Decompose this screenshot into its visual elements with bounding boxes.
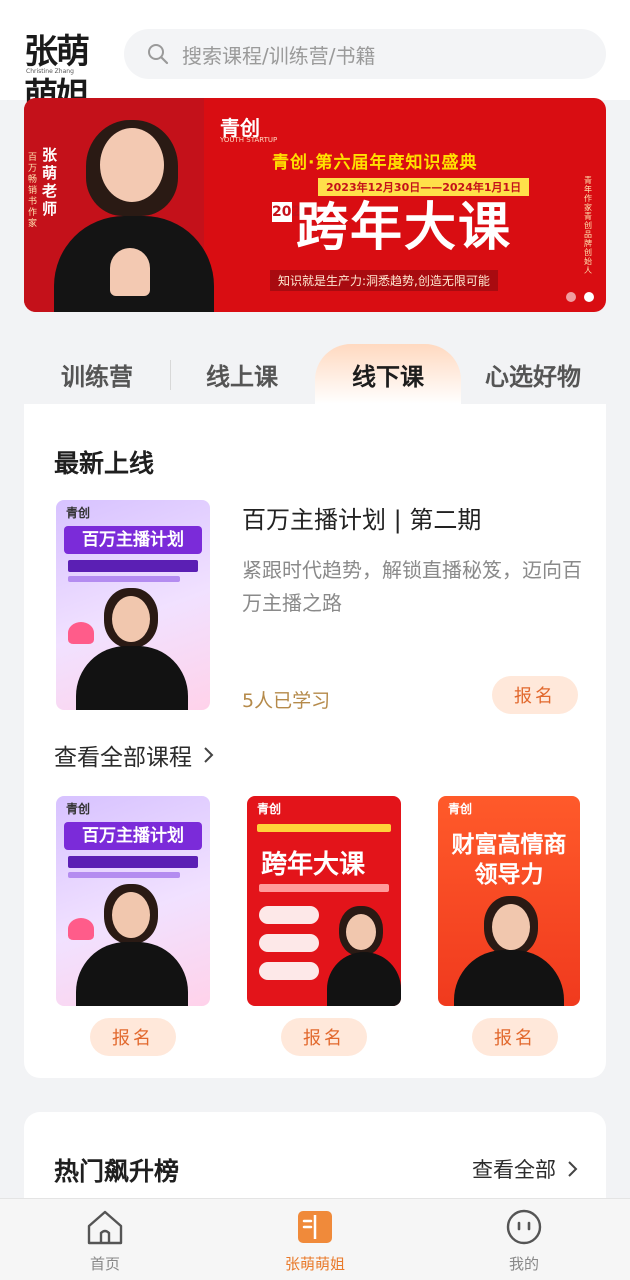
cover-photo	[112, 596, 150, 642]
cover-brand: 青创	[66, 506, 91, 520]
cover-title: 百万主播计划	[64, 822, 202, 850]
view-all-courses-label: 查看全部课程	[54, 745, 192, 771]
cover-photo	[492, 904, 530, 950]
course-card[interactable]: 青创 跨年大课 报名	[247, 796, 401, 1066]
heart-icon	[68, 622, 94, 644]
featured-course-cover[interactable]: 青创 百万主播计划	[56, 500, 210, 710]
cover-feature-list	[259, 906, 319, 990]
banner-side-text: 青年作家 青创品牌创始人	[584, 176, 592, 275]
banner-teacher-name: 张萌老师	[42, 146, 58, 218]
banner-edition: 青创·第六届年度知识盛典	[272, 153, 478, 173]
cover-title: 百万主播计划	[64, 526, 202, 554]
course-signup-button[interactable]: 报名	[281, 1018, 367, 1056]
course-card[interactable]: 青创 财富高情商领导力 报名	[438, 796, 580, 1066]
cover-title: 跨年大课	[261, 850, 366, 880]
featured-learner-count: 5人已学习	[242, 690, 331, 712]
tab-offline-course[interactable]: 线下课	[315, 344, 461, 404]
banner-pagination[interactable]	[566, 292, 594, 302]
cover-subline	[257, 824, 391, 832]
featured-course-description: 紧跟时代趋势，解锁直播秘笈，迈向百万主播之路	[242, 558, 582, 615]
search-placeholder: 搜索课程/训练营/书籍	[182, 43, 376, 68]
top-bar: 张萌萌姐 Christine Zhang 搜索课程/训练营/书籍	[0, 0, 630, 116]
profile-icon	[506, 1209, 542, 1245]
cover-brand: 青创	[66, 802, 91, 816]
nav-label: 我的	[508, 1255, 539, 1273]
hot-view-all-label: 查看全部	[472, 1158, 556, 1182]
category-tabs: 训练营 线上课 线下课 心选好物	[24, 344, 606, 404]
banner-brand-sub: YOUTH STARTUP	[220, 136, 278, 144]
teacher-photo	[100, 128, 164, 202]
banner-title: 跨年大课	[296, 198, 513, 258]
hot-view-all-link[interactable]: 查看全部	[472, 1154, 580, 1184]
teacher-photo-hands	[110, 248, 150, 296]
tab-training-camp[interactable]: 训练营	[24, 344, 170, 404]
nav-zhangmeng[interactable]: 张萌萌姐	[255, 1207, 375, 1277]
cover-subline	[68, 856, 198, 868]
cover-title: 财富高情商领导力	[451, 832, 567, 888]
course-signup-button[interactable]: 报名	[472, 1018, 558, 1056]
offline-course-panel: 最新上线 青创 百万主播计划 百万主播计划 | 第二期 紧跟时代趋势，解锁直播秘…	[24, 404, 606, 1078]
logo-subtitle: Christine Zhang	[26, 68, 74, 75]
bottom-navigation: 首页 张萌萌姐 我的	[0, 1198, 630, 1280]
nav-label: 张萌萌姐	[284, 1255, 345, 1273]
cover-subline	[68, 560, 198, 572]
book-icon	[298, 1211, 332, 1243]
chevron-right-icon	[204, 747, 214, 763]
cover-photo-body	[454, 950, 564, 1006]
banner-dot-active[interactable]	[584, 292, 594, 302]
cover-photo-body	[327, 952, 401, 1006]
banner-slogan: 知识就是生产力:洞悉趋势,创造无限可能	[270, 270, 498, 291]
nav-profile[interactable]: 我的	[464, 1207, 584, 1277]
featured-course-name[interactable]: 百万主播计划 | 第二期	[242, 500, 481, 535]
banner-teacher-panel: 张萌老师 百万畅销书作家	[24, 98, 214, 312]
featured-signup-button[interactable]: 报名	[492, 676, 578, 714]
promo-banner[interactable]: 张萌老师 百万畅销书作家 青创 YOUTH STARTUP 青创·第六届年度知识…	[24, 98, 606, 312]
section-title-latest: 最新上线	[54, 449, 155, 478]
section-title-hot: 热门飙升榜	[54, 1157, 180, 1186]
course-cover[interactable]: 青创 财富高情商领导力	[438, 796, 580, 1006]
cover-subline	[68, 576, 180, 582]
chevron-right-icon	[568, 1161, 578, 1177]
banner-teacher-subtitle: 百万畅销书作家	[28, 153, 38, 229]
cover-photo-body	[76, 942, 188, 1006]
search-bar[interactable]: 搜索课程/训练营/书籍	[124, 29, 606, 79]
cover-subline	[68, 872, 180, 878]
course-cover[interactable]: 青创 跨年大课	[247, 796, 401, 1006]
tab-online-course[interactable]: 线上课	[169, 344, 315, 404]
cover-photo-body	[76, 646, 188, 710]
cover-brand: 青创	[448, 802, 473, 816]
cover-subline	[259, 884, 389, 892]
cover-photo	[346, 914, 376, 950]
heart-icon	[68, 918, 94, 940]
view-all-courses-link[interactable]: 查看全部课程	[54, 738, 216, 772]
home-icon	[87, 1210, 123, 1245]
course-cover[interactable]: 青创 百万主播计划	[56, 796, 210, 1006]
banner-dot[interactable]	[566, 292, 576, 302]
cover-brand: 青创	[257, 802, 282, 816]
tab-selected-goods[interactable]: 心选好物	[460, 344, 606, 404]
app-logo[interactable]: 张萌萌姐 Christine Zhang	[24, 30, 110, 116]
course-card[interactable]: 青创 百万主播计划 报名	[56, 796, 210, 1066]
banner-year: 2024	[272, 202, 311, 222]
search-icon	[148, 44, 169, 65]
course-signup-button[interactable]: 报名	[90, 1018, 176, 1056]
nav-label: 首页	[89, 1255, 120, 1273]
nav-home[interactable]: 首页	[45, 1207, 165, 1277]
cover-photo	[112, 892, 150, 938]
